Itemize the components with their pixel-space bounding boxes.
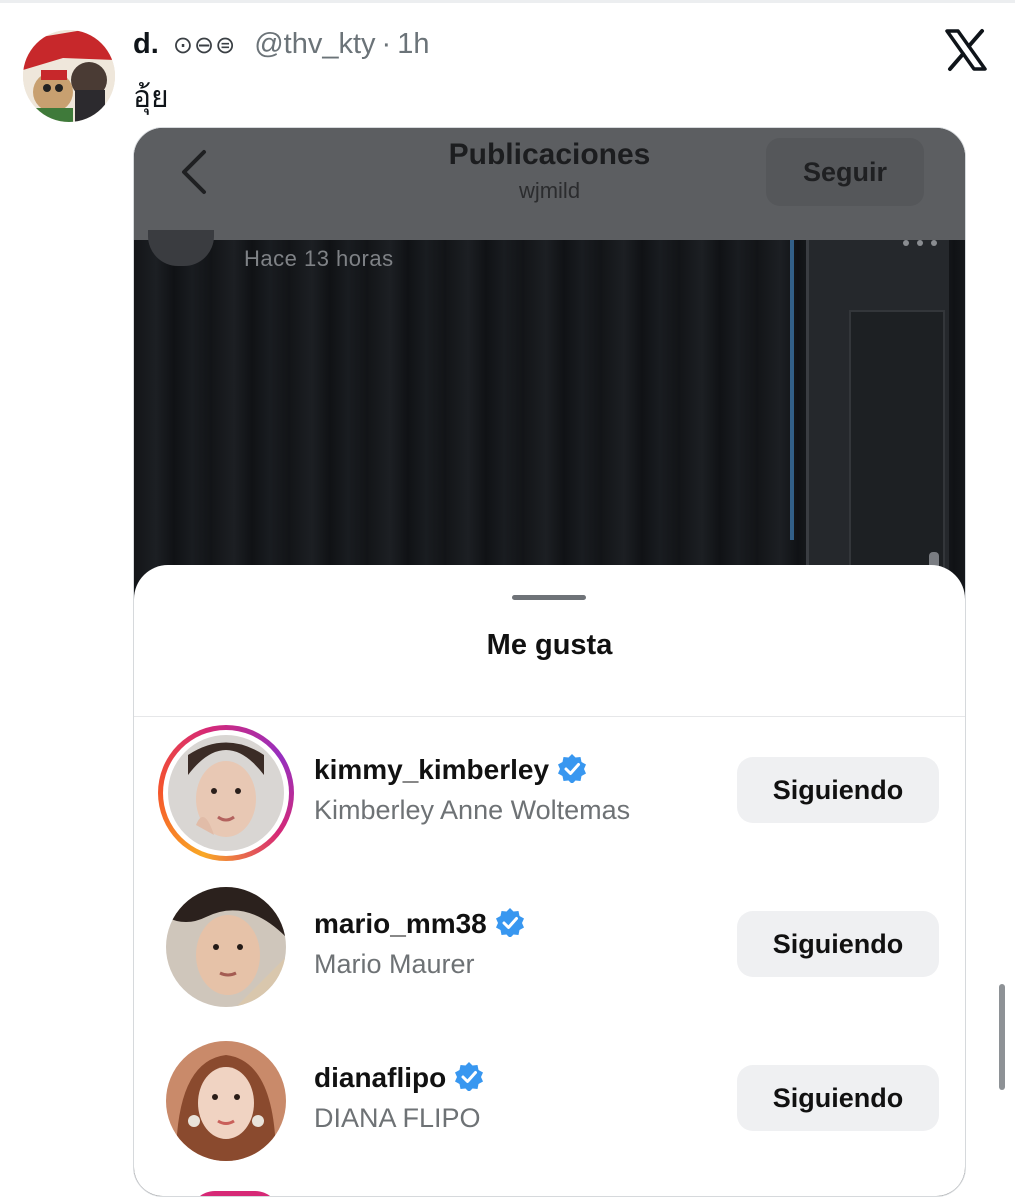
embedded-screenshot[interactable]: Publicaciones wjmild Seguir Hace 13 hora… xyxy=(133,127,966,1197)
list-item[interactable]: kimmy_kimberley Kimberley Anne Woltemas … xyxy=(134,725,965,875)
ig-header: Publicaciones wjmild Seguir xyxy=(134,128,965,240)
follow-button[interactable]: Seguir xyxy=(766,138,924,206)
sheet-grabber[interactable] xyxy=(512,595,586,600)
post-time: Hace 13 horas xyxy=(244,246,394,271)
following-button[interactable]: Siguiendo xyxy=(737,1065,939,1131)
sheet-title: Me gusta xyxy=(486,629,613,661)
post-author-avatar[interactable] xyxy=(148,230,214,266)
following-button[interactable]: Siguiendo xyxy=(737,757,939,823)
like-username-line[interactable]: kimmy_kimberley xyxy=(314,753,587,786)
more-horizontal-icon[interactable] xyxy=(900,236,940,248)
tweet-meta: d. ⊙⊖⊜ @thv_kty · 1h xyxy=(133,28,429,61)
likes-sheet: Me gusta kimmy_kimberley Kimberley Anne … xyxy=(134,565,965,1196)
like-full-name: Mario Maurer xyxy=(314,949,475,979)
like-username-line[interactable]: dianaflipo xyxy=(314,1061,484,1094)
tweet-text: อุ้ย xyxy=(133,80,169,115)
author-display-name[interactable]: d. xyxy=(133,28,159,60)
avatar[interactable] xyxy=(166,887,286,1007)
scrollbar[interactable] xyxy=(999,984,1005,1090)
like-username[interactable]: mario_mm38 xyxy=(314,908,487,939)
author-avatar[interactable] xyxy=(23,30,115,122)
sheet-divider xyxy=(134,716,965,717)
author-handle[interactable]: @thv_kty xyxy=(254,28,375,60)
name-emoji-faces: ⊙⊖⊜ xyxy=(172,32,237,59)
meta-separator: · xyxy=(381,28,392,60)
top-divider xyxy=(0,0,1015,3)
avatar[interactable] xyxy=(168,735,284,851)
tweet-page: d. ⊙⊖⊜ @thv_kty · 1h อุ้ย Publicaciones wj… xyxy=(0,0,1015,1200)
verified-badge-icon xyxy=(454,1061,484,1092)
like-username[interactable]: kimmy_kimberley xyxy=(314,754,549,785)
verified-badge-icon xyxy=(495,907,525,938)
list-item[interactable]: dianaflipo DIANA FLIPO Siguiendo xyxy=(134,1033,965,1183)
like-username-line[interactable]: mario_mm38 xyxy=(314,907,525,940)
following-button[interactable]: Siguiendo xyxy=(737,911,939,977)
door-panel xyxy=(849,310,945,602)
tweet-time[interactable]: 1h xyxy=(397,28,429,60)
like-username[interactable]: dianaflipo xyxy=(314,1062,446,1093)
list-item[interactable]: mario_mm38 Mario Maurer Siguiendo xyxy=(134,879,965,1029)
door xyxy=(806,240,949,602)
x-logo-icon xyxy=(944,28,988,72)
light-strip xyxy=(790,240,794,540)
verified-badge-icon xyxy=(557,753,587,784)
like-full-name: Kimberley Anne Woltemas xyxy=(314,795,631,825)
like-full-name: DIANA FLIPO xyxy=(314,1103,481,1133)
avatar[interactable] xyxy=(166,1041,286,1161)
